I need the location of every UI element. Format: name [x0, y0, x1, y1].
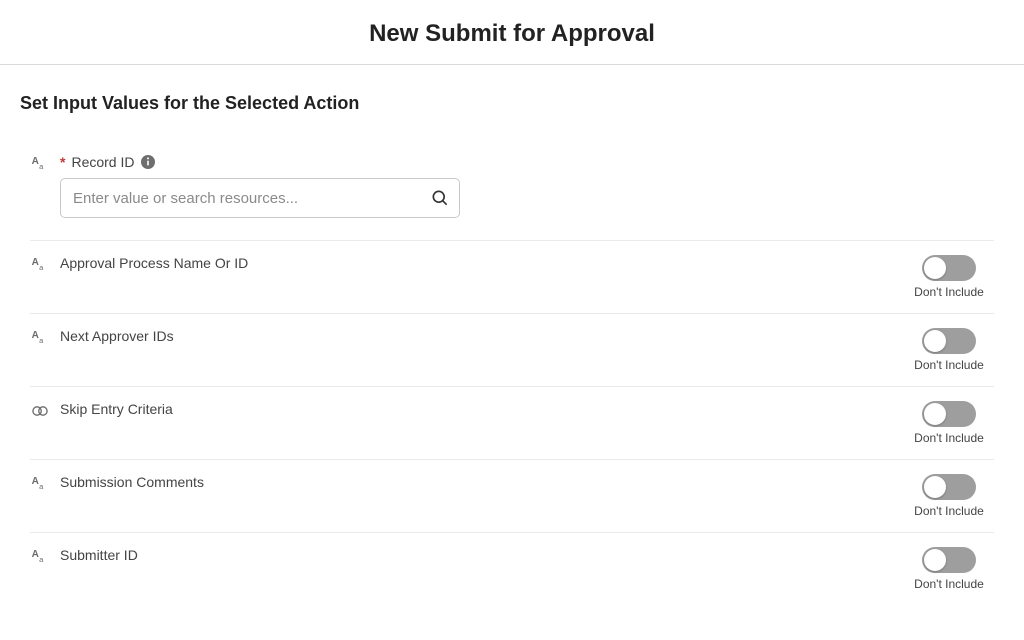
content-area: Set Input Values for the Selected Action… — [0, 65, 1024, 605]
svg-text:A: A — [32, 156, 39, 167]
svg-text:a: a — [39, 336, 44, 345]
field-label-next-approver: Next Approver IDs — [60, 328, 174, 344]
svg-text:a: a — [39, 263, 44, 272]
toggle-skip-entry[interactable] — [922, 401, 976, 427]
boolean-type-icon — [30, 401, 50, 421]
required-marker: * — [60, 154, 65, 170]
field-record-id: A a * Record ID — [30, 140, 994, 241]
svg-text:A: A — [32, 549, 39, 560]
svg-text:A: A — [32, 257, 39, 268]
text-type-icon: A a — [30, 255, 50, 275]
text-type-icon: A a — [30, 474, 50, 494]
field-submitter-id: A a Submitter ID Don't Include — [30, 533, 994, 605]
toggle-label: Don't Include — [914, 285, 984, 299]
toggle-approval-process[interactable] — [922, 255, 976, 281]
field-label-approval-process: Approval Process Name Or ID — [60, 255, 248, 271]
field-skip-entry: Skip Entry Criteria Don't Include — [30, 387, 994, 460]
text-type-icon: A a — [30, 547, 50, 567]
toggle-label: Don't Include — [914, 504, 984, 518]
field-label-skip-entry: Skip Entry Criteria — [60, 401, 173, 417]
toggle-label: Don't Include — [914, 577, 984, 591]
field-label-submission-comments: Submission Comments — [60, 474, 204, 490]
svg-text:a: a — [39, 162, 44, 171]
toggle-label: Don't Include — [914, 431, 984, 445]
field-approval-process: A a Approval Process Name Or ID Don't In… — [30, 241, 994, 314]
page-title: New Submit for Approval — [0, 0, 1024, 64]
field-label-submitter-id: Submitter ID — [60, 547, 138, 563]
toggle-next-approver[interactable] — [922, 328, 976, 354]
svg-text:A: A — [32, 330, 39, 341]
field-submission-comments: A a Submission Comments Don't Include — [30, 460, 994, 533]
field-label-record-id: Record ID — [71, 154, 134, 170]
text-type-icon: A a — [30, 328, 50, 348]
record-id-input[interactable] — [60, 178, 460, 218]
svg-text:A: A — [32, 476, 39, 487]
section-title: Set Input Values for the Selected Action — [20, 93, 1004, 114]
toggle-submitter-id[interactable] — [922, 547, 976, 573]
toggle-label: Don't Include — [914, 358, 984, 372]
text-type-icon: A a — [30, 154, 50, 174]
search-icon[interactable] — [430, 188, 450, 208]
toggle-submission-comments[interactable] — [922, 474, 976, 500]
svg-text:a: a — [39, 555, 44, 564]
info-icon[interactable] — [140, 154, 156, 170]
field-next-approver: A a Next Approver IDs Don't Include — [30, 314, 994, 387]
fields-container: A a * Record ID — [20, 140, 1004, 605]
svg-text:a: a — [39, 482, 44, 491]
